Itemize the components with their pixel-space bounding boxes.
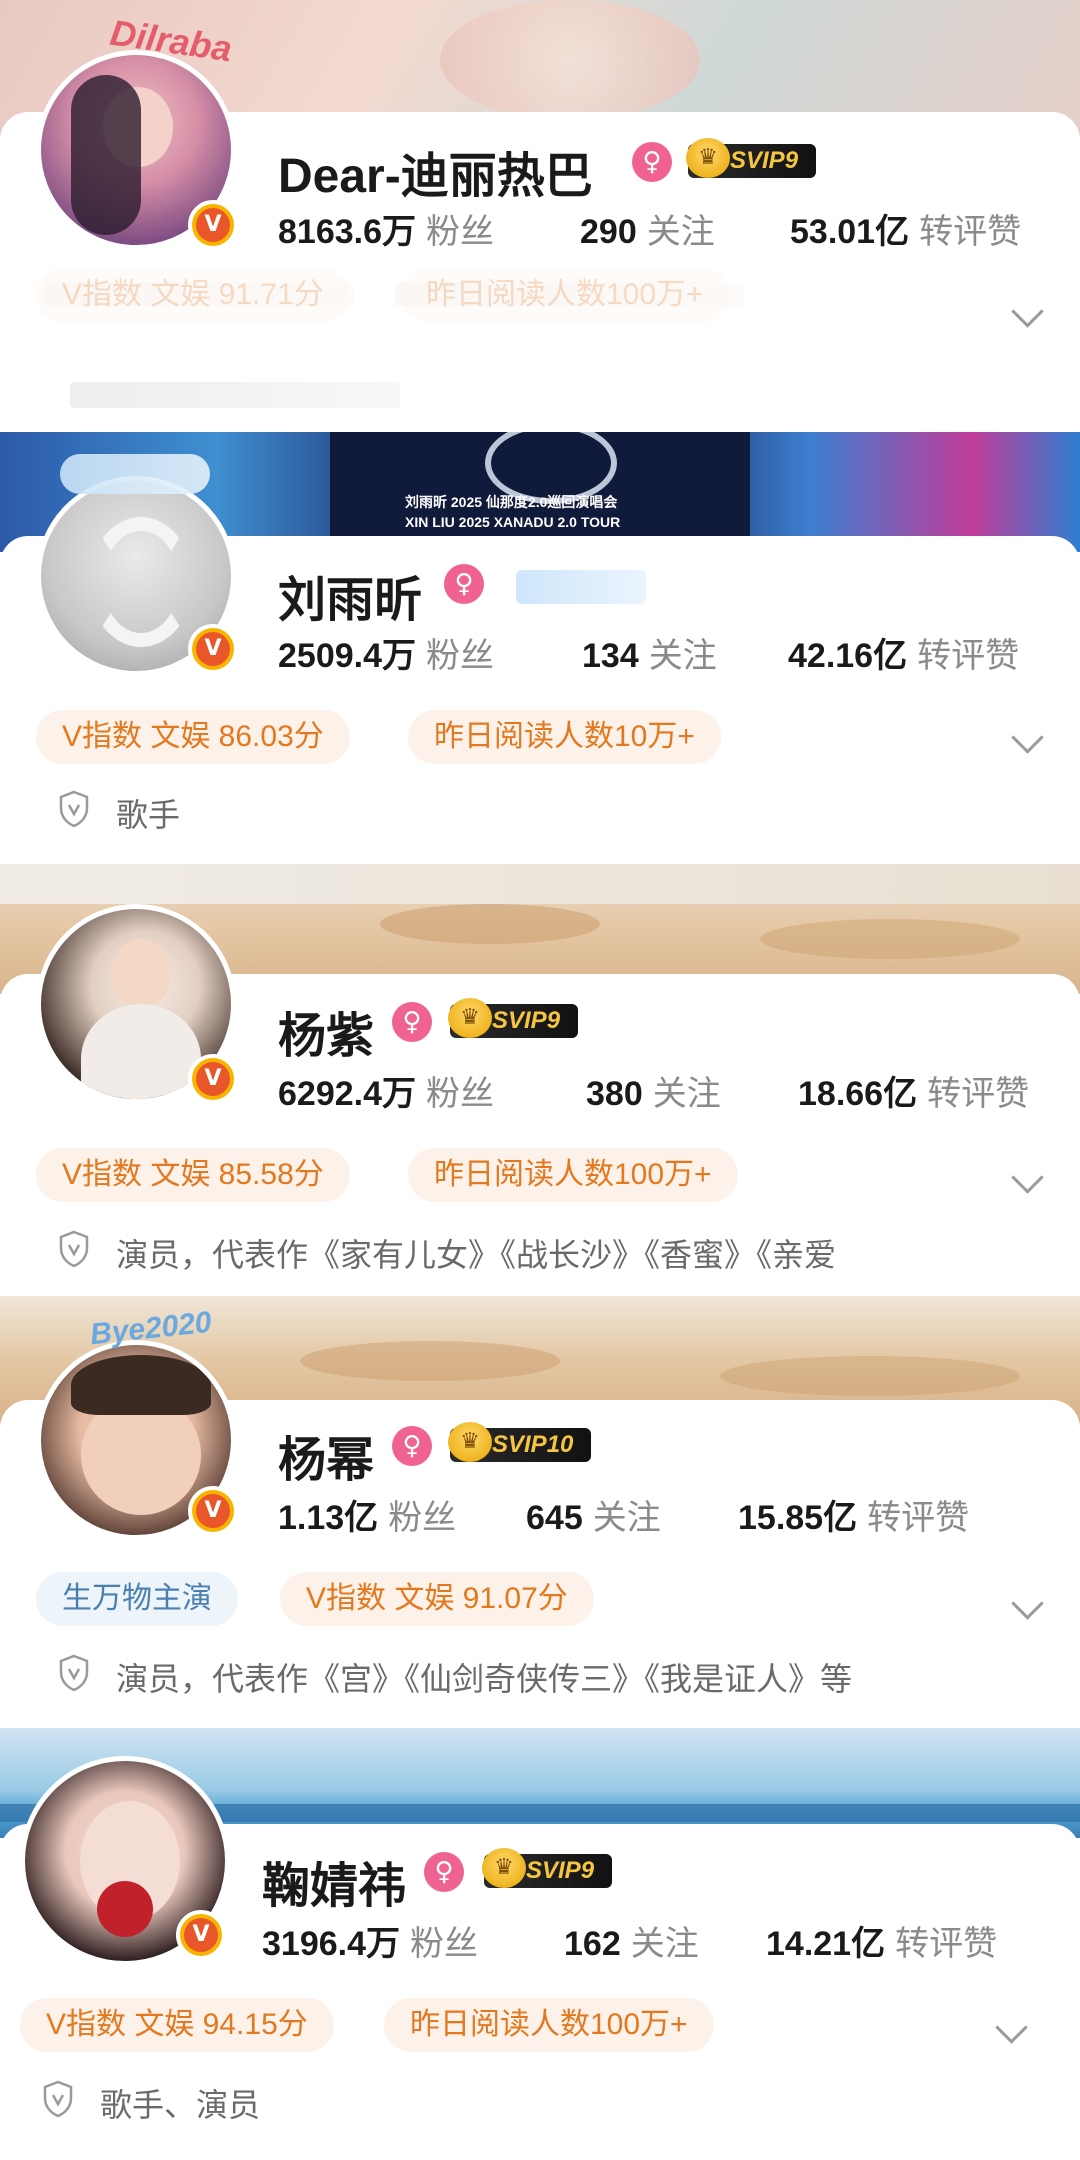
daily-readers-tag[interactable]: 昨日阅读人数100万+: [400, 268, 730, 322]
followers-stat[interactable]: 6292.4万 粉丝: [278, 1066, 494, 1115]
svip-badge[interactable]: ♛ SVIP10: [448, 1422, 592, 1462]
profile-description: 演员，代表作《宫》《仙剑奇侠传三》《我是证人》等: [116, 1661, 853, 1697]
likes-stat[interactable]: 18.66亿 转评赞: [798, 1066, 1029, 1115]
blurred-description: [70, 382, 400, 408]
crown-icon: ♛: [482, 1848, 526, 1888]
profile-name[interactable]: 杨幂: [278, 1420, 374, 1490]
female-gender-icon: ♀: [392, 1002, 432, 1042]
verified-badge-icon: V: [188, 1054, 238, 1104]
following-stat[interactable]: 162 关注: [564, 1916, 699, 1965]
followers-stat[interactable]: 2509.4万 粉丝: [278, 628, 494, 677]
fan-badge-icon[interactable]: [516, 570, 646, 604]
profile-name[interactable]: 杨紫: [278, 996, 374, 1066]
crown-icon: ♛: [686, 138, 730, 178]
likes-stat[interactable]: 15.85亿 转评赞: [738, 1490, 969, 1539]
likes-stat[interactable]: 42.16亿 转评赞: [788, 628, 1019, 677]
banner-text: 刘雨昕 2025 仙那度2.0巡回演唱会: [405, 494, 618, 510]
following-stat[interactable]: 380 关注: [586, 1066, 721, 1115]
verified-shield-icon: [59, 1230, 89, 1268]
v-index-tag[interactable]: V指数 文娱 94.15分: [20, 1998, 334, 2052]
profile-stats: 3196.4万 粉丝 162 关注 14.21亿 转评赞: [262, 1916, 1062, 1966]
profile-name[interactable]: 刘雨昕: [278, 560, 422, 630]
v-index-tag[interactable]: V指数 文娱 85.58分: [36, 1148, 350, 1202]
profile-card-jujingyi[interactable]: V 鞠婧祎 ♀ ♛ SVIP9 3196.4万 粉丝 162 关注 14.21亿 转评…: [0, 1728, 1080, 2160]
female-gender-icon: ♀: [444, 564, 484, 604]
verified-badge-icon: V: [188, 624, 238, 674]
svip-badge[interactable]: ♛ SVIP9: [686, 138, 817, 178]
following-stat[interactable]: 645 关注: [526, 1490, 661, 1539]
verified-shield-icon: [59, 790, 89, 828]
verified-badge-icon: V: [176, 1910, 226, 1960]
profile-stats: 1.13亿 粉丝 645 关注 15.85亿 转评赞: [278, 1490, 1058, 1540]
followers-stat[interactable]: 1.13亿 粉丝: [278, 1490, 456, 1539]
verified-badge-icon: V: [188, 200, 238, 250]
crown-icon: ♛: [448, 998, 492, 1038]
verified-shield-icon: [59, 1654, 89, 1692]
following-stat[interactable]: 134 关注: [582, 628, 717, 677]
daily-readers-tag[interactable]: 昨日阅读人数10万+: [408, 710, 721, 764]
likes-stat[interactable]: 53.01亿 转评赞: [790, 204, 1021, 253]
v-index-tag[interactable]: V指数 文娱 91.07分: [280, 1572, 594, 1626]
crown-icon: ♛: [448, 1422, 492, 1462]
profile-stats: 6292.4万 粉丝 380 关注 18.66亿 转评赞: [278, 1066, 1058, 1116]
expand-chevron-icon[interactable]: [995, 2011, 1028, 2044]
following-stat[interactable]: 290 关注: [580, 204, 715, 253]
followers-stat[interactable]: 3196.4万 粉丝: [262, 1916, 478, 1965]
avatar-sticker-icon: [60, 454, 210, 494]
v-index-tag[interactable]: V指数 文娱 86.03分: [36, 710, 350, 764]
expand-chevron-icon[interactable]: [1011, 1161, 1044, 1194]
female-gender-icon: ♀: [392, 1426, 432, 1466]
followers-stat[interactable]: 8163.6万 粉丝: [278, 204, 494, 253]
profile-card-dilireba[interactable]: Dilraba V Dear-迪丽热巴 ♀ ♛ SVIP9 8163.6万 粉丝 …: [0, 0, 1080, 430]
svip-badge[interactable]: ♛ SVIP9: [482, 1848, 613, 1888]
profile-description: 歌手、演员: [100, 2087, 261, 2123]
profile-card-yangzi[interactable]: V 杨紫 ♀ ♛ SVIP9 6292.4万 粉丝 380 关注 18.66亿 转评赞…: [0, 864, 1080, 1294]
v-index-tag[interactable]: V指数 文娱 91.71分: [36, 268, 350, 322]
profile-card-yangmi[interactable]: Bye2020 V 杨幂 ♀ ♛ SVIP10 1.13亿 粉丝 645 关注 15…: [0, 1296, 1080, 1726]
verified-shield-icon: [43, 2080, 73, 2118]
daily-readers-tag[interactable]: 昨日阅读人数100万+: [408, 1148, 738, 1202]
profile-description: 歌手: [116, 797, 181, 833]
female-gender-icon: ♀: [632, 142, 672, 182]
profile-stats: 8163.6万 粉丝 290 关注 53.01亿 转评赞: [278, 204, 1058, 254]
role-tag[interactable]: 生万物主演: [36, 1572, 238, 1626]
banner-text: XIN LIU 2025 XANADU 2.0 TOUR: [405, 514, 621, 530]
female-gender-icon: ♀: [424, 1852, 464, 1892]
profile-name[interactable]: Dear-迪丽热巴: [278, 136, 593, 206]
svip-badge[interactable]: ♛ SVIP9: [448, 998, 579, 1038]
expand-chevron-icon[interactable]: [1011, 721, 1044, 754]
verified-badge-icon: V: [188, 1486, 238, 1536]
expand-chevron-icon[interactable]: [1011, 1587, 1044, 1620]
profile-description: 演员，代表作《家有儿女》《战长沙》《香蜜》《亲爱: [116, 1237, 837, 1273]
profile-stats: 2509.4万 粉丝 134 关注 42.16亿 转评赞: [278, 628, 1058, 678]
daily-readers-tag[interactable]: 昨日阅读人数100万+: [384, 1998, 714, 2052]
profile-card-liuyuxin[interactable]: 刘雨昕 2025 仙那度2.0巡回演唱会 XIN LIU 2025 XANADU…: [0, 432, 1080, 862]
profile-name[interactable]: 鞠婧祎: [262, 1846, 406, 1916]
likes-stat[interactable]: 14.21亿 转评赞: [766, 1916, 997, 1965]
expand-chevron-icon[interactable]: [1011, 295, 1044, 328]
